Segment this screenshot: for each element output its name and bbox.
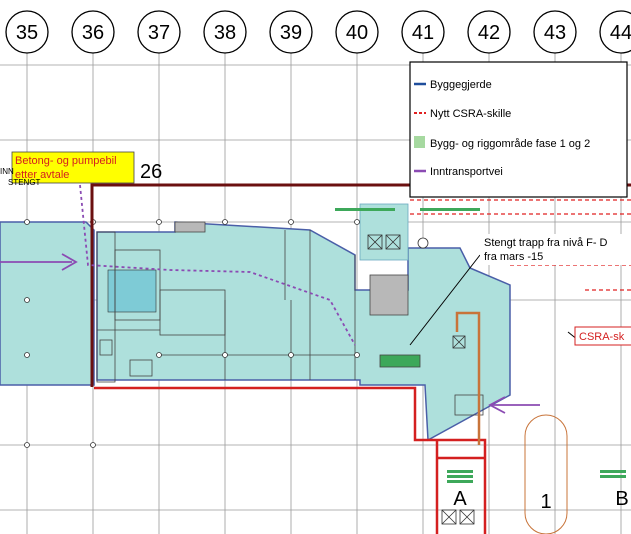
grid-axis-label: 44 — [610, 22, 631, 44]
legend-label: Inntransportvei — [430, 166, 503, 178]
closed-label-inn: INN — [0, 167, 14, 176]
ramp-outline — [524, 414, 568, 534]
legend: Byggegjerde Nytt CSRA-skille Bygg- og ri… — [409, 61, 628, 198]
closed-label-stengt: STENGT — [8, 178, 41, 187]
grid-axis-label: 40 — [346, 22, 368, 44]
grid-axis-bubbles: 35 36 37 38 39 40 41 42 43 44 — [5, 10, 631, 54]
closed-stair-line-2: fra mars -15 — [484, 251, 543, 263]
grid-axis-37: 37 — [137, 10, 181, 54]
grid-axis-43: 43 — [533, 10, 577, 54]
grid-axis-label: 42 — [478, 22, 500, 44]
label-1: 1 — [540, 491, 551, 513]
grid-axis-label: 37 — [148, 22, 170, 44]
csra-callout-text: CSRA-sk — [579, 331, 625, 343]
grid-axis-36: 36 — [71, 10, 115, 54]
grid-axis-label: 41 — [412, 22, 434, 44]
grid-axis-42: 42 — [467, 10, 511, 54]
grid-axis-label: 35 — [16, 22, 38, 44]
legend-label: Bygg- og riggområde fase 1 og 2 — [430, 138, 590, 150]
note-line-1: Betong- og pumpebil — [15, 155, 117, 167]
grid-axis-label: 39 — [280, 22, 302, 44]
grid-axis-label: 38 — [214, 22, 236, 44]
grid-axis-35: 35 — [5, 10, 49, 54]
grid-axis-label: 43 — [544, 22, 566, 44]
label-a: A — [453, 488, 467, 510]
legend-label: Nytt CSRA-skille — [430, 108, 511, 120]
floor-plan-map: 35 36 37 38 39 40 41 42 43 44 Byggegjerd… — [0, 10, 631, 534]
legend-label: Byggegjerde — [430, 79, 492, 91]
construction-area — [0, 203, 511, 442]
grid-axis-41: 41 — [401, 10, 445, 54]
grid-axis-39: 39 — [269, 10, 313, 54]
label-b: B — [615, 488, 628, 510]
grid-axis-label: 36 — [82, 22, 104, 44]
grid-axis-40: 40 — [335, 10, 379, 54]
grid-axis-44: 44 — [599, 10, 631, 54]
grid-axis-38: 38 — [203, 10, 247, 54]
closed-stair-line-1: Stengt trapp fra nivå F- D — [484, 237, 608, 249]
legend-item-area: Bygg- og riggområde fase 1 og 2 — [414, 136, 590, 150]
closed-stair-note: Stengt trapp fra nivå F- D fra mars -15 — [480, 234, 631, 265]
number-26-label: 26 — [140, 161, 162, 183]
csra-callout: CSRA-sk — [574, 326, 631, 346]
